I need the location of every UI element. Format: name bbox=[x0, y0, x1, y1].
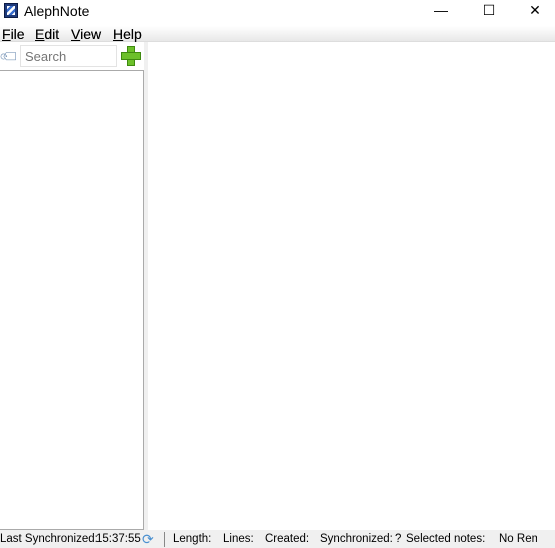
menu-view-key: V bbox=[71, 26, 81, 42]
last-sync-value: 15:37:55 bbox=[96, 533, 141, 545]
lines-label: Lines: bbox=[223, 533, 254, 545]
separator bbox=[164, 532, 165, 547]
menu-bar: File File Edit Edit View View Help Help bbox=[0, 26, 555, 42]
menu-view-mnemonic: View bbox=[71, 26, 101, 42]
menu-file-mnemonic: File bbox=[2, 26, 25, 42]
synchronized-value: ? bbox=[395, 533, 402, 545]
app-icon bbox=[4, 3, 18, 18]
window-title: AlephNote bbox=[24, 3, 90, 19]
maximize-button[interactable]: ☐ bbox=[466, 0, 512, 22]
status-bar: Last Synchronized: 15:37:55 ⟳ Length: Li… bbox=[0, 530, 555, 548]
length-label: Length: bbox=[173, 533, 212, 545]
menu-edit-label: dit bbox=[44, 26, 60, 42]
menu-edit-mnemonic: Edit bbox=[35, 26, 59, 42]
note-editor[interactable] bbox=[148, 42, 555, 530]
menu-help[interactable]: Help Help bbox=[113, 26, 142, 42]
minimize-button[interactable]: — bbox=[418, 0, 464, 22]
menu-help-mnemonic: Help bbox=[113, 26, 142, 42]
remote-status: No Rem bbox=[499, 533, 537, 545]
menu-file-key: F bbox=[2, 26, 11, 42]
last-sync-label: Last Synchronized: bbox=[0, 533, 98, 545]
title-bar: AlephNote — ☐ ✕ bbox=[0, 0, 555, 26]
menu-edit-key: E bbox=[35, 26, 45, 42]
menu-view[interactable]: View View bbox=[71, 26, 101, 42]
notes-list[interactable] bbox=[0, 70, 144, 530]
menu-help-key: H bbox=[113, 26, 124, 42]
synchronized-label: Synchronized: bbox=[320, 533, 393, 545]
selected-notes-label: Selected notes: bbox=[406, 533, 486, 545]
search-input[interactable] bbox=[20, 45, 117, 67]
close-button[interactable]: ✕ bbox=[512, 0, 555, 22]
menu-view-label: iew bbox=[80, 26, 102, 42]
sync-icon[interactable]: ⟳ bbox=[142, 532, 156, 546]
add-note-button[interactable] bbox=[121, 46, 141, 66]
menu-help-label: elp bbox=[123, 26, 142, 42]
menu-file[interactable]: File File bbox=[2, 26, 25, 42]
menu-file-label: ile bbox=[10, 26, 25, 42]
tag-icon[interactable]: 🏷 bbox=[0, 44, 22, 69]
created-label: Created: bbox=[265, 533, 310, 545]
menu-edit[interactable]: Edit Edit bbox=[35, 26, 59, 42]
